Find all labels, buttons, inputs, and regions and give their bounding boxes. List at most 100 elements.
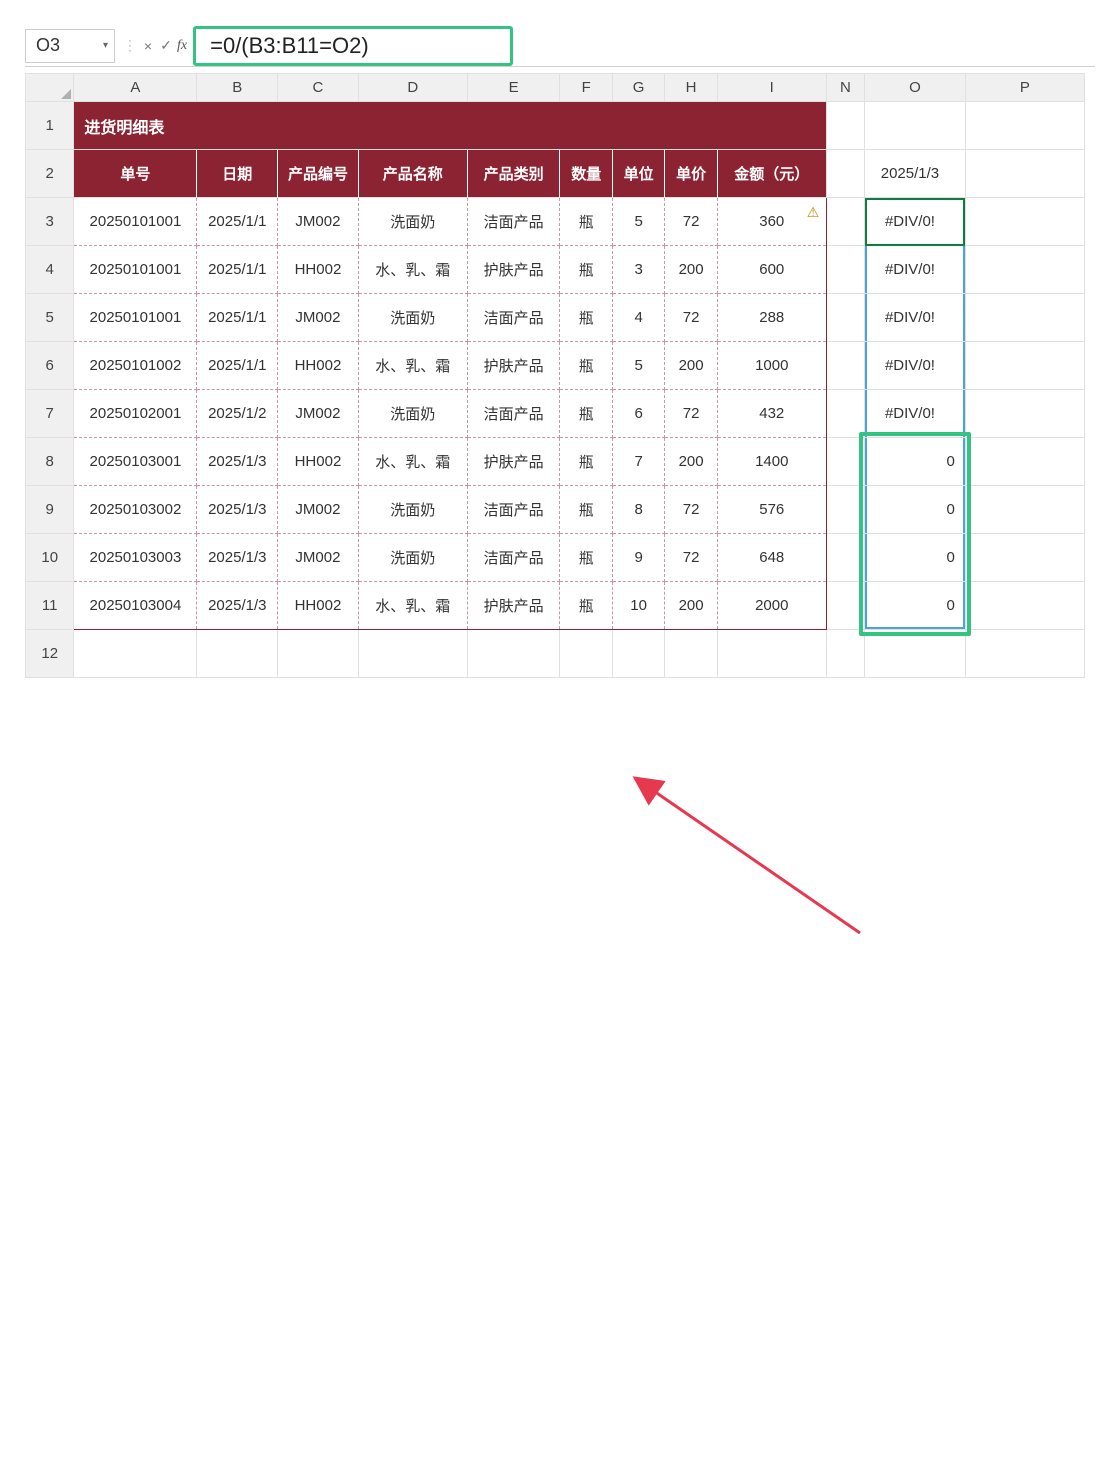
data-cell[interactable]: 2000 — [717, 582, 826, 630]
table-header[interactable]: 产品名称 — [358, 150, 467, 198]
data-cell[interactable]: HH002 — [278, 582, 359, 630]
data-cell[interactable]: 8 — [612, 486, 664, 534]
data-cell[interactable]: 洗面奶 — [358, 198, 467, 246]
table-header[interactable]: 产品类别 — [467, 150, 560, 198]
data-cell[interactable]: 2025/1/3 — [197, 438, 278, 486]
data-cell[interactable]: 288 — [717, 294, 826, 342]
cell[interactable] — [612, 630, 664, 678]
col-header[interactable]: H — [665, 74, 717, 102]
formula-result-cell[interactable]: #DIV/0! — [865, 390, 966, 438]
cell[interactable] — [826, 342, 864, 390]
data-cell[interactable]: 20250101002 — [74, 342, 197, 390]
formula-result-cell[interactable]: #DIV/0! — [865, 294, 966, 342]
cell[interactable] — [826, 438, 864, 486]
row-header[interactable]: 7 — [26, 390, 74, 438]
cell[interactable] — [826, 150, 864, 198]
data-cell[interactable]: 20250102001 — [74, 390, 197, 438]
data-cell[interactable]: 20250101001 — [74, 294, 197, 342]
data-cell[interactable]: 水、乳、霜 — [358, 342, 467, 390]
data-cell[interactable]: 洗面奶 — [358, 534, 467, 582]
col-header[interactable]: D — [358, 74, 467, 102]
cell[interactable] — [965, 102, 1084, 150]
col-header[interactable]: G — [612, 74, 664, 102]
row-header[interactable]: 6 — [26, 342, 74, 390]
data-cell[interactable]: 瓶 — [560, 294, 612, 342]
table-header[interactable]: 单价 — [665, 150, 717, 198]
cell[interactable] — [826, 246, 864, 294]
data-cell[interactable]: 10 — [612, 582, 664, 630]
data-cell[interactable]: JM002 — [278, 486, 359, 534]
criteria-cell[interactable]: 2025/1/3 — [865, 150, 966, 198]
cell[interactable] — [965, 534, 1084, 582]
data-cell[interactable]: 200 — [665, 246, 717, 294]
table-header[interactable]: 金额（元） — [717, 150, 826, 198]
data-cell[interactable]: 432 — [717, 390, 826, 438]
col-header[interactable]: O — [865, 74, 966, 102]
data-cell[interactable]: 2025/1/2 — [197, 390, 278, 438]
data-cell[interactable]: 瓶 — [560, 486, 612, 534]
cancel-icon[interactable]: × — [139, 38, 157, 54]
cell[interactable] — [358, 630, 467, 678]
data-cell[interactable]: 576 — [717, 486, 826, 534]
data-cell[interactable]: 洁面产品 — [467, 486, 560, 534]
cell[interactable] — [965, 630, 1084, 678]
enter-icon[interactable]: ✓ — [157, 37, 175, 54]
cell[interactable] — [560, 630, 612, 678]
cell[interactable] — [467, 630, 560, 678]
data-cell[interactable]: 600 — [717, 246, 826, 294]
table-header[interactable]: 日期 — [197, 150, 278, 198]
data-cell[interactable]: 1400 — [717, 438, 826, 486]
col-header[interactable]: B — [197, 74, 278, 102]
table-header[interactable]: 数量 — [560, 150, 612, 198]
data-cell[interactable]: 洗面奶 — [358, 486, 467, 534]
data-cell[interactable]: 5 — [612, 342, 664, 390]
data-cell[interactable]: 200 — [665, 342, 717, 390]
data-cell[interactable]: 洗面奶 — [358, 390, 467, 438]
name-box[interactable]: O3 ▾ — [25, 29, 115, 63]
cell[interactable] — [965, 438, 1084, 486]
data-cell[interactable]: 72 — [665, 294, 717, 342]
data-cell[interactable]: HH002 — [278, 342, 359, 390]
data-cell[interactable]: 20250103003 — [74, 534, 197, 582]
cell[interactable] — [278, 630, 359, 678]
col-header[interactable]: F — [560, 74, 612, 102]
error-warning-icon[interactable]: ⚠ — [807, 204, 823, 218]
data-cell[interactable]: 洁面产品 — [467, 390, 560, 438]
data-cell[interactable]: 200 — [665, 438, 717, 486]
data-cell[interactable]: 瓶 — [560, 198, 612, 246]
table-header[interactable]: 单号 — [74, 150, 197, 198]
spreadsheet-grid[interactable]: A B C D E F G H I N O P 1 进货明细表 2 单号 日期 … — [25, 73, 1085, 678]
data-cell[interactable]: 20250103002 — [74, 486, 197, 534]
table-header[interactable]: 产品编号 — [278, 150, 359, 198]
cell[interactable] — [965, 294, 1084, 342]
data-cell[interactable]: 4 — [612, 294, 664, 342]
fx-icon[interactable]: fx — [177, 38, 187, 54]
data-cell[interactable]: 20250101001 — [74, 198, 197, 246]
row-header[interactable]: 1 — [26, 102, 74, 150]
data-cell[interactable]: HH002 — [278, 246, 359, 294]
data-cell[interactable]: 瓶 — [560, 582, 612, 630]
cell[interactable] — [965, 390, 1084, 438]
cell[interactable] — [965, 486, 1084, 534]
data-cell[interactable]: 20250103004 — [74, 582, 197, 630]
cell[interactable] — [826, 534, 864, 582]
cell[interactable] — [865, 630, 966, 678]
data-cell[interactable]: 72 — [665, 486, 717, 534]
row-header[interactable]: 12 — [26, 630, 74, 678]
cell[interactable] — [826, 630, 864, 678]
col-header[interactable]: E — [467, 74, 560, 102]
data-cell[interactable]: 水、乳、霜 — [358, 582, 467, 630]
data-cell[interactable]: 护肤产品 — [467, 582, 560, 630]
data-cell[interactable]: 6 — [612, 390, 664, 438]
data-cell[interactable]: 护肤产品 — [467, 246, 560, 294]
cell[interactable] — [865, 102, 966, 150]
col-header[interactable]: N — [826, 74, 864, 102]
data-cell[interactable]: 1000 — [717, 342, 826, 390]
row-header[interactable]: 5 — [26, 294, 74, 342]
data-cell[interactable]: 72 — [665, 390, 717, 438]
data-cell[interactable]: JM002 — [278, 294, 359, 342]
data-cell[interactable]: 2025/1/3 — [197, 486, 278, 534]
formula-result-cell[interactable]: 0 — [865, 582, 966, 630]
cell[interactable] — [965, 582, 1084, 630]
data-cell[interactable]: 648 — [717, 534, 826, 582]
